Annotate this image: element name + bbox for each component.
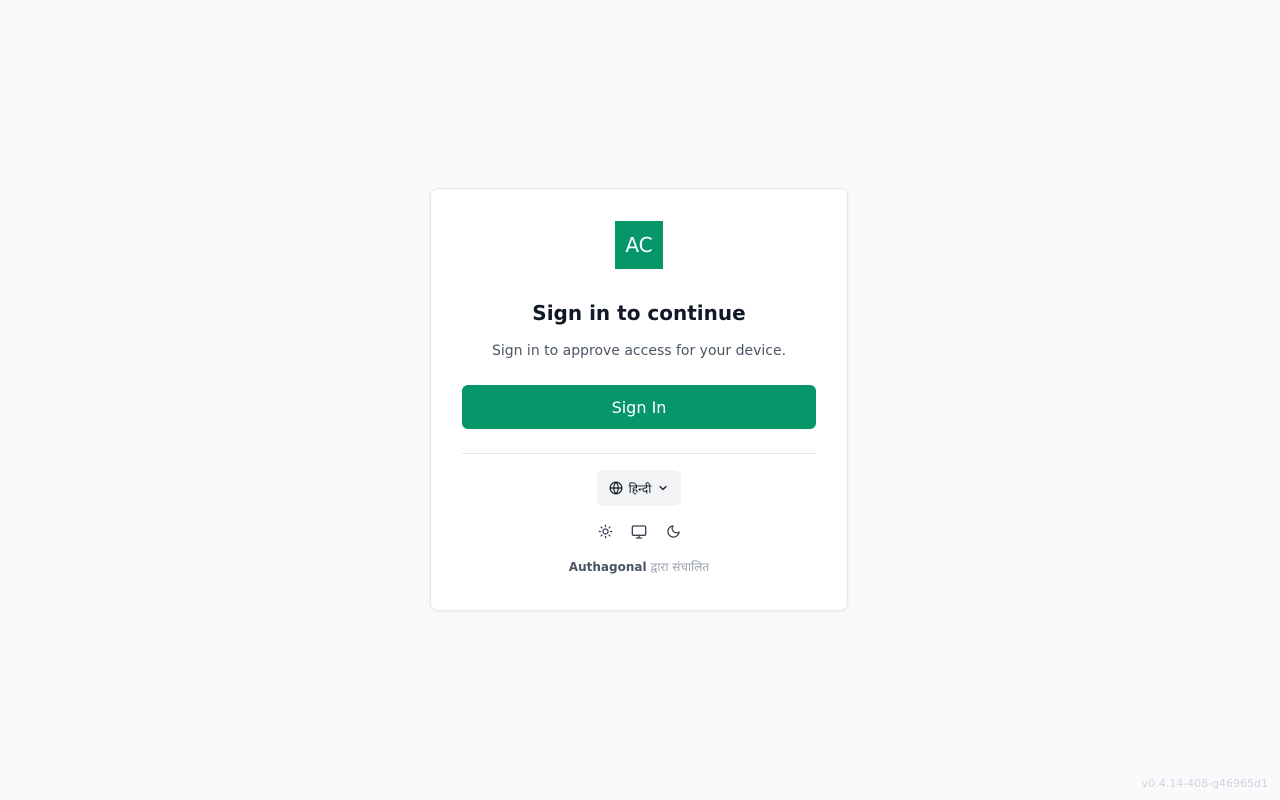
powered-by-brand: Authagonal	[568, 560, 647, 574]
version-label: v0.4.14-408-g46965d1	[1141, 777, 1268, 790]
sign-in-button[interactable]: Sign In	[462, 385, 816, 429]
page: AC Sign in to continue Sign in to approv…	[0, 0, 1280, 800]
theme-light-button[interactable]	[590, 518, 620, 548]
sun-icon	[598, 524, 613, 542]
app-logo-text: AC	[625, 233, 653, 257]
login-card: AC Sign in to continue Sign in to approv…	[430, 188, 848, 611]
theme-dark-button[interactable]	[658, 518, 688, 548]
theme-system-button[interactable]	[624, 518, 654, 548]
app-logo: AC	[615, 221, 663, 269]
powered-by: Authagonal द्वारा संचालित	[569, 559, 709, 575]
language-selector[interactable]: हिन्दी	[596, 470, 682, 506]
powered-by-suffix: द्वारा संचालित	[650, 560, 710, 574]
globe-icon	[609, 481, 623, 495]
page-title: Sign in to continue	[532, 301, 746, 325]
monitor-icon	[631, 524, 647, 543]
language-selected-label: हिन्दी	[628, 481, 652, 496]
theme-switcher	[590, 518, 688, 548]
divider	[462, 453, 816, 454]
page-subtitle: Sign in to approve access for your devic…	[491, 343, 787, 359]
chevron-down-icon	[657, 482, 669, 494]
moon-icon	[666, 524, 681, 542]
